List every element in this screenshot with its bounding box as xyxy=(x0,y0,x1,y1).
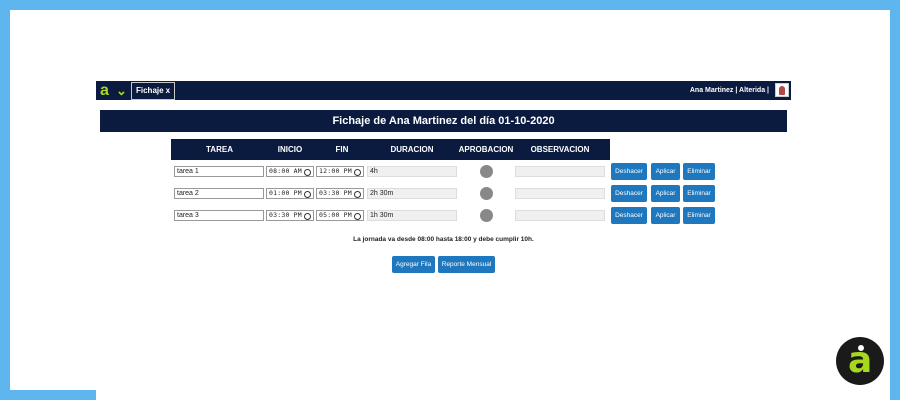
header-observacion: OBSERVACION xyxy=(530,145,590,154)
apply-button[interactable]: Aplicar xyxy=(651,207,680,224)
top-bar: a ⌄ Fichaje x Ana Martinez | Alterida | xyxy=(96,81,791,100)
page-frame xyxy=(10,10,890,390)
monthly-report-button[interactable]: Reporte Mensual xyxy=(438,256,495,273)
page-title: Fichaje de Ana Martinez del día 01-10-20… xyxy=(100,110,787,132)
start-time-input[interactable]: 08:00 AM xyxy=(266,166,314,177)
approval-status-dot xyxy=(480,187,493,200)
clock-icon xyxy=(354,190,361,198)
table-row: tarea 3 03:30 PM 05:00 PM 1h 30m Deshace… xyxy=(0,0,900,224)
apply-button[interactable]: Aplicar xyxy=(651,185,680,202)
table-header: TAREA INICIO FIN DURACION APROBACION OBS… xyxy=(171,139,610,160)
clock-icon xyxy=(354,168,361,176)
clock-icon xyxy=(304,212,311,220)
user-label[interactable]: Ana Martinez | Alterida | xyxy=(690,81,769,100)
approval-status-dot xyxy=(480,209,493,222)
tab-fichaje[interactable]: Fichaje x xyxy=(131,82,176,100)
header-inicio: INICIO xyxy=(277,145,303,154)
apply-button[interactable]: Aplicar xyxy=(651,163,680,180)
add-row-button[interactable]: Agregar Fila xyxy=(392,256,435,273)
clock-icon xyxy=(304,168,311,176)
header-fin: FIN xyxy=(335,145,349,154)
task-input[interactable]: tarea 1 xyxy=(174,166,264,177)
start-time-input[interactable]: 03:30 PM xyxy=(266,210,314,221)
duration-field: 4h xyxy=(367,166,457,177)
avatar[interactable] xyxy=(775,83,789,97)
end-time-input[interactable]: 03:30 PM xyxy=(316,188,364,199)
observation-field[interactable] xyxy=(515,188,605,199)
tab-label: Fichaje xyxy=(136,86,164,95)
delete-button[interactable]: Eliminar xyxy=(683,163,715,180)
chevron-down-icon[interactable]: ⌄ xyxy=(116,82,127,99)
header-aprobacion: APROBACION xyxy=(458,145,514,154)
app-logo[interactable]: a xyxy=(100,81,109,100)
undo-button[interactable]: Deshacer xyxy=(611,185,647,202)
clock-icon xyxy=(304,190,311,198)
close-icon[interactable]: x xyxy=(166,86,170,95)
observation-field[interactable] xyxy=(515,210,605,221)
delete-button[interactable]: Eliminar xyxy=(683,207,715,224)
duration-field: 2h 30m xyxy=(367,188,457,199)
undo-button[interactable]: Deshacer xyxy=(611,207,647,224)
brand-logo: a xyxy=(836,337,884,385)
approval-status-dot xyxy=(480,165,493,178)
end-time-input[interactable]: 12:00 PM xyxy=(316,166,364,177)
task-input[interactable]: tarea 2 xyxy=(174,188,264,199)
undo-button[interactable]: Deshacer xyxy=(611,163,647,180)
bottom-strip xyxy=(96,390,890,400)
duration-field: 1h 30m xyxy=(367,210,457,221)
delete-button[interactable]: Eliminar xyxy=(683,185,715,202)
observation-field[interactable] xyxy=(515,166,605,177)
header-tarea: TAREA xyxy=(206,145,233,154)
task-input[interactable]: tarea 3 xyxy=(174,210,264,221)
workday-note: La jornada va desde 08:00 hasta 18:00 y … xyxy=(353,236,534,243)
end-time-input[interactable]: 05:00 PM xyxy=(316,210,364,221)
header-duracion: DURACION xyxy=(390,145,434,154)
start-time-input[interactable]: 01:00 PM xyxy=(266,188,314,199)
clock-icon xyxy=(354,212,361,220)
